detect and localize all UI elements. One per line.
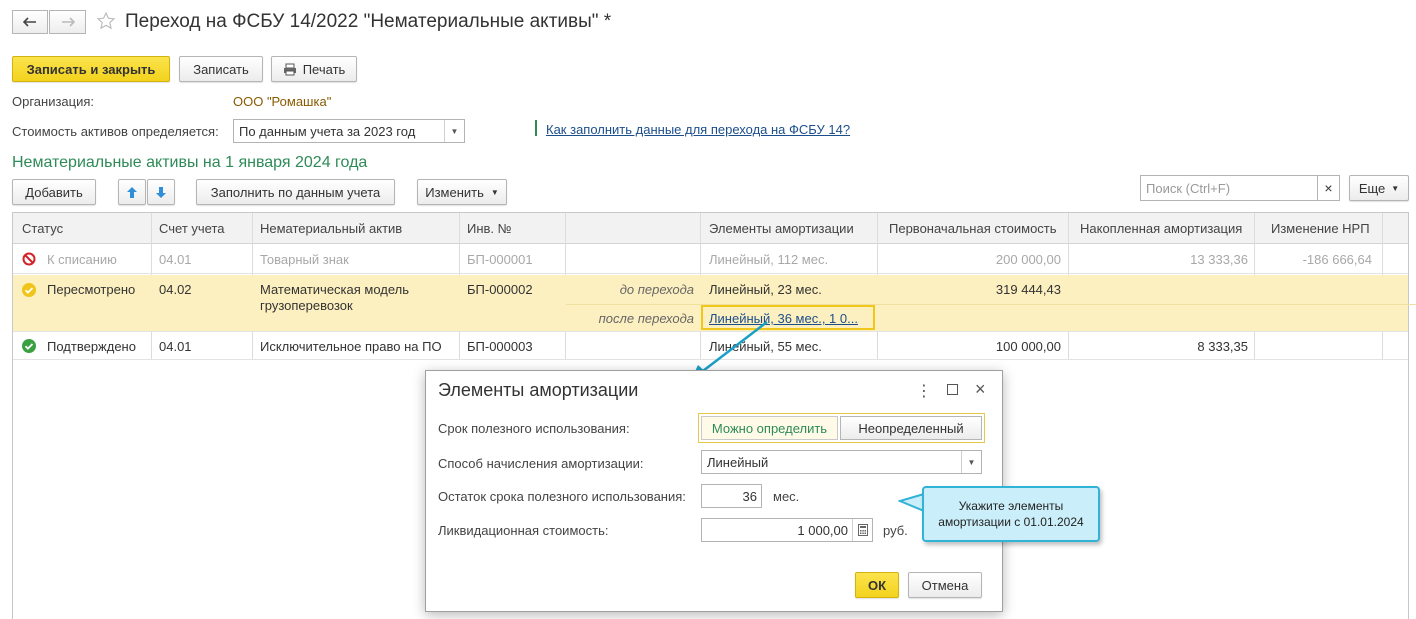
asset-cell: Товарный знак [260,252,349,267]
phase-after-cell: после перехода [598,311,694,326]
search-placeholder: Поиск (Ctrl+F) [1146,180,1231,196]
calculator-icon[interactable] [852,519,872,541]
accumulated-cell: 8 333,35 [1197,339,1248,354]
help-link-marker [535,120,537,136]
remaining-life-value: 36 [742,488,757,504]
account-cell: 04.01 [159,252,192,267]
remaining-life-label: Остаток срока полезного использования: [438,489,686,504]
column-header-amortization[interactable]: Элементы амортизации [709,213,854,244]
fill-from-accounting-button[interactable]: Заполнить по данным учета [196,179,395,205]
initial-cost-cell: 100 000,00 [995,339,1061,354]
cancel-button[interactable]: Отмена [908,572,982,598]
account-cell: 04.02 [159,282,192,297]
move-up-button[interactable] [118,179,146,205]
add-button[interactable]: Добавить [12,179,96,205]
cost-basis-label: Стоимость активов определяется: [12,124,219,139]
phase-before-cell: до перехода [619,282,694,297]
chevron-down-icon: ▼ [1391,183,1400,193]
dialog-title: Элементы амортизации [438,380,639,400]
save-and-close-button[interactable]: Записать и закрыть [12,56,170,82]
method-select[interactable]: Линейный ▼ [701,450,982,474]
useful-life-switch[interactable]: Можно определить Неопределенный [698,413,985,443]
initial-cost-cell: 319 444,43 [995,282,1061,297]
option-can-determine[interactable]: Можно определить [701,416,838,440]
close-icon[interactable]: × [975,379,986,400]
amortization-cell: Линейный, 112 мес. [709,252,829,267]
initial-cost-cell: 200 000,00 [995,252,1061,267]
arrow-up-icon [127,186,137,198]
account-cell: 04.01 [159,339,192,354]
asset-cell: Исключительное право на ПО [260,339,442,354]
column-header-inv[interactable]: Инв. № [467,213,512,244]
option-indefinite[interactable]: Неопределенный [840,416,982,440]
cost-basis-value: По данным учета за 2023 год [239,123,416,139]
help-link[interactable]: Как заполнить данные для перехода на ФСБ… [546,122,850,137]
forward-button[interactable] [49,10,86,34]
print-label: Печать [302,61,346,77]
salvage-value: 1 000,00 [797,522,848,538]
method-label: Способ начисления амортизации: [438,456,644,471]
salvage-value-input[interactable]: 1 000,00 [701,518,873,542]
inv-cell: БП-000002 [467,282,533,297]
arrow-down-icon [156,186,166,198]
search-clear-button[interactable]: × [1317,175,1340,201]
status-cell: Подтверждено [47,339,136,354]
column-header-initial-cost[interactable]: Первоначальная стоимость [889,213,1057,244]
table-header: Статус Счет учета Нематериальный актив И… [13,213,1408,244]
save-button[interactable]: Записать [179,56,263,82]
printer-icon [283,63,296,75]
inv-cell: БП-000003 [467,339,533,354]
status-cell: Пересмотрено [47,282,136,297]
salvage-value-unit: руб. [883,523,908,538]
change-label: Изменить [425,184,484,200]
cost-basis-select[interactable]: По данным учета за 2023 год ▼ [233,119,465,143]
close-icon: × [1324,180,1333,196]
status-cell: К списанию [47,252,117,267]
check-yellow-icon [22,283,36,300]
method-value: Линейный [707,454,769,470]
search-input[interactable]: Поиск (Ctrl+F) [1140,175,1318,201]
favorite-star-icon[interactable] [96,11,116,34]
move-down-button[interactable] [147,179,175,205]
arrow-right-icon [61,17,75,27]
asset-cell: Математическая модель грузоперевозок [260,282,410,313]
more-vertical-icon[interactable]: ⋮ [916,381,932,401]
amortization-before-cell: Линейный, 23 мес. [709,282,822,297]
salvage-value-label: Ликвидационная стоимость: [438,523,609,538]
more-label: Еще [1358,180,1386,196]
check-green-icon [22,339,36,356]
column-header-accumulated[interactable]: Накопленная амортизация [1080,213,1242,244]
print-button[interactable]: Печать [271,56,357,82]
amortization-dialog[interactable]: Элементы амортизации ⋮ × Срок полезного … [425,370,1003,612]
column-header-status[interactable]: Статус [22,213,63,244]
chevron-down-icon: ▼ [490,187,499,197]
hint-callout: Укажите элементы амортизации с 01.01.202… [922,486,1100,542]
inv-cell: БП-000001 [467,252,533,267]
page-title: Переход на ФСБУ 14/2022 "Нематериальные … [125,11,612,32]
accumulated-cell: 13 333,36 [1190,252,1248,267]
chevron-down-icon[interactable]: ▼ [961,451,981,473]
remaining-life-input[interactable]: 36 [701,484,762,508]
back-button[interactable] [12,10,48,34]
useful-life-label: Срок полезного использования: [438,421,630,436]
column-header-nrp-change[interactable]: Изменение НРП [1271,213,1370,244]
cancel-icon [22,252,36,269]
column-header-asset[interactable]: Нематериальный актив [260,213,402,244]
chevron-down-icon[interactable]: ▼ [444,120,464,142]
organization-value[interactable]: ООО "Ромашка" [233,94,331,109]
arrow-left-icon [23,17,36,27]
more-menu-button[interactable]: Еще ▼ [1349,175,1409,201]
ok-button[interactable]: ОК [855,572,899,598]
change-menu-button[interactable]: Изменить ▼ [417,179,507,205]
remaining-life-unit: мес. [773,489,800,504]
column-header-account[interactable]: Счет учета [159,213,225,244]
table-row[interactable]: К списанию 04.01 Товарный знак БП-000001… [13,244,1408,274]
callout-text: Укажите элементы амортизации с 01.01.202… [938,499,1084,529]
section-title: Нематериальные активы на 1 января 2024 г… [12,154,368,171]
maximize-icon[interactable] [947,384,958,395]
organization-label: Организация: [12,94,95,109]
nrp-change-cell: -186 666,64 [1302,252,1372,267]
